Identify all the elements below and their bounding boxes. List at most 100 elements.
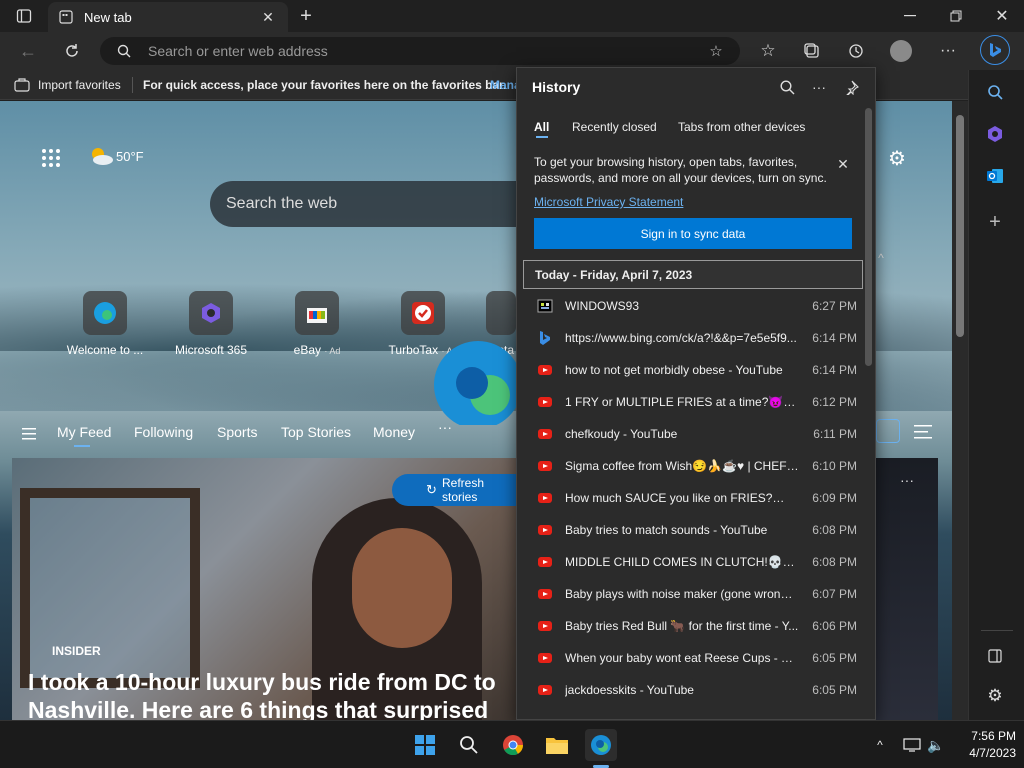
history-item-time: 6:12 PM (812, 395, 857, 409)
history-item[interactable]: MIDDLE CHILD COMES IN CLUTCH!💀🤩 ... 6:08 … (537, 546, 857, 578)
add-favorite-icon[interactable]: ☆ (706, 42, 726, 60)
clock-date[interactable]: 4/7/2023 (956, 746, 1016, 760)
history-item[interactable]: how to not get morbidly obese - YouTube 6… (537, 354, 857, 386)
page-settings-icon[interactable]: ⚙ (884, 145, 910, 171)
feed-menu-icon[interactable] (22, 427, 36, 440)
toolbar: ← Search or enter web address ☆ ☆ ··· (0, 32, 1024, 70)
pin-icon[interactable] (841, 77, 861, 97)
history-scrollbar-thumb[interactable] (865, 108, 872, 366)
file-explorer-icon[interactable] (541, 729, 573, 761)
history-item[interactable]: How much SAUCE you like on FRIES?😏🍌 6:09 … (537, 482, 857, 514)
minimize-button[interactable] (896, 4, 924, 28)
history-more-icon[interactable]: ··· (809, 77, 829, 97)
restore-button[interactable] (942, 4, 970, 28)
tray-chevron-icon[interactable]: ^ (870, 735, 890, 755)
quicklink-microsoft365[interactable]: Microsoft 365 (166, 291, 256, 357)
chrome-icon[interactable] (497, 729, 529, 761)
ebay-icon (295, 291, 339, 335)
history-icon[interactable] (844, 39, 868, 63)
feed-tab-sports[interactable]: Sports (217, 424, 257, 440)
apps-grid-icon[interactable] (40, 147, 62, 169)
address-bar[interactable]: Search or enter web address ☆ (100, 37, 740, 65)
side-story-card[interactable]: ··· (876, 458, 938, 720)
history-item-title: https://www.bing.com/ck/a?!&&p=7e5e5f9..… (565, 331, 797, 345)
favorites-icon[interactable]: ☆ (756, 39, 780, 63)
list-view-icon[interactable] (914, 425, 932, 439)
tab-new-tab[interactable]: New tab ✕ (48, 2, 288, 32)
feed-tab-top-stories[interactable]: Top Stories (281, 424, 351, 440)
privacy-statement-link[interactable]: Microsoft Privacy Statement (534, 195, 683, 209)
youtube-icon (537, 554, 553, 570)
grid-view-icon[interactable] (876, 419, 900, 443)
history-item-title: how to not get morbidly obese - YouTube (565, 363, 783, 377)
taskbar-search-icon[interactable] (453, 729, 485, 761)
settings-more-icon[interactable]: ··· (936, 39, 960, 63)
favorites-hint: For quick access, place your favorites h… (143, 78, 507, 92)
edge-taskbar-icon[interactable] (585, 729, 617, 761)
scrollbar-thumb[interactable] (956, 115, 964, 337)
microsoft365-icon (189, 291, 233, 335)
address-placeholder: Search or enter web address (148, 43, 328, 59)
history-tab-recently-closed[interactable]: Recently closed (572, 120, 657, 134)
divider (132, 77, 133, 93)
import-favorites-link[interactable]: Import favorites (38, 78, 121, 92)
story-more-icon[interactable]: ··· (900, 472, 914, 488)
sign-in-sync-button[interactable]: Sign in to sync data (534, 218, 852, 249)
quicklink-ebay[interactable]: eBay · Ad (272, 291, 362, 357)
hide-sidebar-icon[interactable] (983, 644, 1007, 668)
quicklink-welcome[interactable]: Welcome to ... (60, 291, 150, 357)
refresh-button[interactable] (60, 39, 84, 63)
weather-cloud-icon[interactable] (88, 145, 114, 167)
history-search-icon[interactable] (777, 77, 797, 97)
sidebar-outlook-icon[interactable] (983, 164, 1007, 188)
edge-logo (428, 333, 522, 429)
feed-tab-following[interactable]: Following (134, 424, 193, 440)
network-icon[interactable] (902, 735, 922, 755)
close-tab-icon[interactable]: ✕ (260, 9, 276, 25)
feed-tab-my-feed[interactable]: My Feed (57, 424, 111, 440)
feed-tab-money[interactable]: Money (373, 424, 415, 440)
back-button[interactable]: ← (16, 39, 40, 63)
history-item[interactable]: Baby tries Red Bull 🐂 for the first time… (537, 610, 857, 642)
page-scrollbar[interactable] (952, 101, 968, 720)
windows93-icon (537, 298, 553, 314)
start-icon[interactable] (409, 729, 441, 761)
sidebar-search-icon[interactable] (983, 80, 1007, 104)
history-tab-other-devices[interactable]: Tabs from other devices (678, 120, 805, 134)
youtube-icon (537, 522, 553, 538)
sidebar-settings-icon[interactable]: ⚙ (983, 684, 1007, 708)
tab-actions-icon[interactable] (12, 6, 36, 26)
history-item[interactable]: When your baby wont eat Reese Cups - Yo.… (537, 642, 857, 674)
close-callout-icon[interactable]: ✕ (835, 156, 851, 172)
history-item[interactable]: jackdoesskits - YouTube 6:05 PM (537, 674, 857, 706)
history-item[interactable]: chefkoudy - YouTube 6:11 PM (537, 418, 857, 450)
feed-tab-indicator (74, 445, 90, 447)
close-window-button[interactable]: ✕ (988, 4, 1016, 28)
history-item[interactable]: WINDOWS93 6:27 PM (537, 290, 857, 322)
history-item[interactable]: Baby tries to match sounds - YouTube 6:08… (537, 514, 857, 546)
history-date-header[interactable]: Today - Friday, April 7, 2023 (523, 260, 863, 289)
newtab-icon (58, 9, 74, 25)
collections-icon[interactable] (800, 39, 824, 63)
web-search-box[interactable]: Search the web (210, 181, 530, 227)
collapse-icon[interactable]: ^ (874, 251, 888, 265)
story-headline: I took a 10-hour luxury bus ride from DC… (28, 669, 496, 720)
history-item[interactable]: Baby plays with noise maker (gone wrong)… (537, 578, 857, 610)
new-tab-button[interactable]: + (294, 4, 318, 28)
history-item[interactable]: 1 FRY or MULTIPLE FRIES at a time?😈🔥... 6… (537, 386, 857, 418)
volume-icon[interactable]: 🔈 (926, 735, 946, 755)
sidebar-add-icon[interactable]: + (983, 210, 1007, 234)
divider (981, 630, 1013, 631)
history-tab-all[interactable]: All (534, 120, 549, 134)
sidebar-microsoft365-icon[interactable] (983, 122, 1007, 146)
feed-more-icon[interactable]: ··· (438, 419, 452, 435)
profile-avatar[interactable] (890, 40, 912, 62)
history-item[interactable]: Sigma coffee from Wish😏🍌☕♥ | CHEFK... 6:1… (537, 450, 857, 482)
history-item[interactable]: https://www.bing.com/ck/a?!&&p=7e5e5f9..… (537, 322, 857, 354)
refresh-label: Refresh stories (442, 476, 485, 504)
weather-temp[interactable]: 50°F (116, 149, 144, 164)
youtube-icon (537, 458, 553, 474)
clock-time[interactable]: 7:56 PM (962, 729, 1016, 743)
bing-chat-icon[interactable] (980, 35, 1010, 65)
refresh-stories-button[interactable]: ↻ Refresh stories (392, 474, 516, 506)
